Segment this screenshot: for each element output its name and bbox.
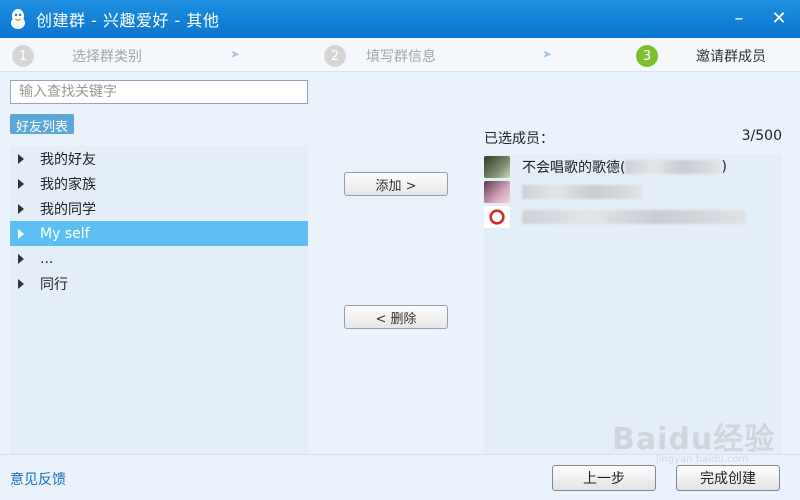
add-button[interactable]: 添加 > — [344, 172, 448, 196]
step-number: 1 — [12, 45, 34, 67]
blurred-member-name — [522, 184, 642, 199]
member-name: 不会唱歌的歌德( — [522, 159, 626, 176]
selected-members-list: 不会唱歌的歌德( ) — [484, 154, 782, 454]
avatar — [484, 205, 510, 228]
minimize-button[interactable]: – — [728, 8, 750, 30]
expand-caret-icon — [18, 178, 24, 189]
tree-item-ellipsis[interactable]: ... — [10, 246, 308, 271]
feedback-link[interactable]: 意见反馈 — [10, 469, 66, 489]
tab-friends-list[interactable]: 好友列表 — [10, 114, 75, 135]
arrow-right-icon: ➤ — [230, 47, 241, 61]
arrow-right-icon: ➤ — [542, 47, 553, 61]
close-button[interactable]: ✕ — [768, 8, 790, 30]
wizard-steps: 1 选择群类别 ➤ 2 填写群信息 ➤ 3 邀请群成员 — [0, 38, 800, 72]
tree-item-my-friends[interactable]: 我的好友 — [10, 146, 308, 171]
selected-members-label: 已选成员： — [484, 131, 554, 147]
expand-caret-icon — [18, 278, 24, 289]
finish-create-button[interactable]: 完成创建 — [676, 465, 780, 491]
previous-step-button[interactable]: 上一步 — [552, 465, 656, 491]
tree-item-my-family[interactable]: 我的家族 — [10, 171, 308, 196]
step-label: 填写群信息 — [366, 49, 436, 65]
search-input[interactable] — [10, 80, 308, 104]
tree-item-my-self[interactable]: My self — [10, 221, 308, 246]
tree-item-label: 我的好友 — [40, 151, 96, 168]
tree-item-label: ... — [40, 250, 54, 267]
tree-item-label: 我的同学 — [40, 201, 96, 218]
title-bar: 创建群 - 兴趣爱好 - 其他 – ✕ — [0, 0, 800, 38]
selected-members-count: 3/500 — [741, 128, 782, 144]
step-3: 3 邀请群成员 — [636, 45, 766, 67]
window-title: 创建群 - 兴趣爱好 - 其他 — [36, 11, 220, 30]
friends-tree: 我的好友 我的家族 我的同学 My self ... 同行 — [10, 146, 308, 454]
qq-penguin-icon — [8, 8, 28, 30]
tree-item-label: 同行 — [40, 276, 68, 293]
list-item[interactable]: 不会唱歌的歌德( ) — [484, 154, 782, 179]
step-2: 2 填写群信息 — [324, 45, 436, 67]
step-number: 2 — [324, 45, 346, 67]
expand-caret-icon — [18, 253, 24, 264]
tree-item-label: 我的家族 — [40, 176, 96, 193]
list-item[interactable] — [484, 179, 782, 204]
tree-item-peers[interactable]: 同行 — [10, 271, 308, 296]
tree-item-label: My self — [40, 225, 90, 242]
list-item[interactable] — [484, 204, 782, 229]
remove-button[interactable]: < 删除 — [344, 305, 448, 329]
step-label: 选择群类别 — [72, 49, 142, 65]
expand-caret-icon — [18, 153, 24, 164]
blurred-member-name — [522, 209, 746, 224]
footer: 意见反馈 上一步 完成创建 — [0, 454, 800, 500]
expand-caret-icon — [18, 228, 24, 239]
step-number: 3 — [636, 45, 658, 67]
blurred-account-id — [625, 159, 722, 174]
avatar — [484, 180, 510, 203]
step-label: 邀请群成员 — [696, 49, 766, 65]
step-1: 1 选择群类别 — [12, 45, 142, 67]
expand-caret-icon — [18, 203, 24, 214]
tree-item-my-classmates[interactable]: 我的同学 — [10, 196, 308, 221]
avatar — [484, 155, 510, 178]
member-name-suffix: ) — [721, 158, 727, 175]
